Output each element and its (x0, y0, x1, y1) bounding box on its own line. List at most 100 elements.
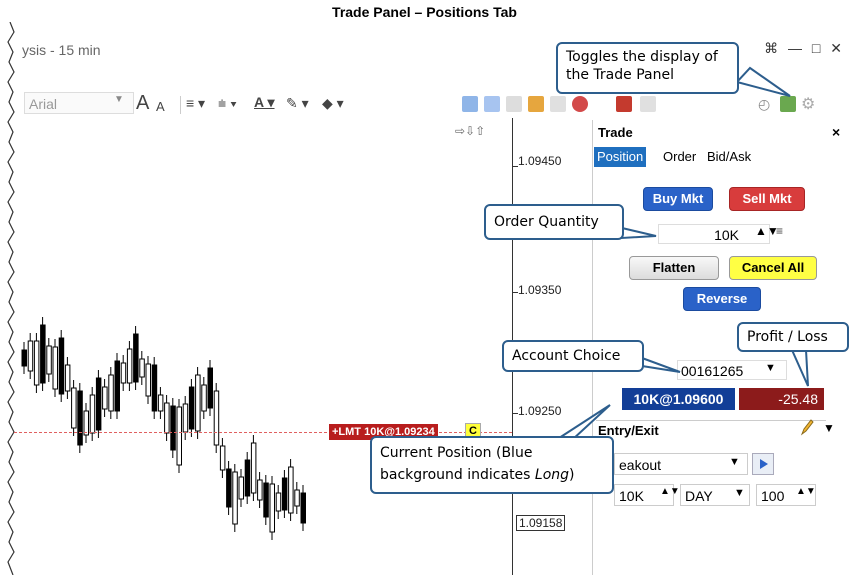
candle-body (226, 468, 232, 508)
candle-body (108, 374, 114, 412)
close-chart-icon[interactable] (616, 96, 632, 112)
candle-body (95, 377, 102, 431)
candle-body (157, 394, 164, 412)
callout-current-position-line1: Current Position (Blue (380, 445, 533, 461)
buy-market-button[interactable]: Buy Mkt (643, 187, 713, 211)
callout-toggle-trade-panel: Toggles the display of the Trade Panel (556, 42, 739, 94)
close-icon[interactable]: × (832, 124, 840, 140)
line-color-icon[interactable]: ✎ ▾ (286, 93, 309, 113)
candle-body (300, 492, 306, 524)
candle-body (188, 386, 195, 430)
alert-icon[interactable] (572, 96, 588, 112)
candle-body (257, 479, 263, 501)
price-tick: 1.09250 (518, 404, 562, 418)
candle-body (145, 363, 151, 397)
chart-nav-arrows[interactable]: ⇨⇩⇧ (455, 124, 485, 138)
line-style-icon[interactable]: ⩧ ▾ (218, 93, 237, 113)
apply-strategy-button[interactable] (752, 453, 774, 475)
candle-body (213, 390, 220, 446)
candle-body (21, 349, 27, 367)
quantity-menu-icon[interactable]: ≡ (776, 224, 783, 238)
candle-body (250, 442, 257, 494)
candle-body (120, 362, 127, 384)
callout-profit-loss: Profit / Loss (737, 322, 849, 352)
chevron-down-icon[interactable]: ▼ (114, 94, 124, 105)
candle-body (207, 367, 213, 409)
settings-gear-icon[interactable]: ⚙ (801, 94, 815, 114)
trade-panel-toggle-icon[interactable] (780, 96, 796, 112)
candle-body (244, 459, 251, 497)
figure-title: Trade Panel – Positions Tab (332, 4, 517, 20)
candle-body (33, 340, 40, 386)
price-tick: 1.09350 (518, 283, 562, 297)
callout-current-position-end: ) (569, 467, 575, 483)
font-size-down-icon[interactable]: A (156, 97, 165, 117)
candle-body (269, 483, 275, 533)
callout-current-position: Current Position (Blue background indica… (370, 436, 614, 494)
tab-bid-ask[interactable]: Bid/Ask (704, 147, 754, 167)
chevron-down-icon[interactable]: ▼ (734, 487, 745, 499)
chevron-down-icon[interactable]: ▼ (729, 456, 740, 468)
toolbar-divider (180, 96, 181, 114)
callout-order-quantity: Order Quantity (484, 204, 624, 240)
window-controls[interactable]: ⌘ — □ ✕ (764, 40, 845, 57)
candle-body (232, 471, 238, 525)
strategy-select[interactable]: eakout (614, 453, 748, 475)
chart-style-icon[interactable] (462, 96, 478, 112)
candle-body (182, 403, 189, 433)
template-icon[interactable] (550, 96, 566, 112)
candle-body (151, 364, 158, 412)
tab-order[interactable]: Order (660, 147, 699, 167)
quantity-field[interactable]: 10K (658, 224, 770, 244)
candle-body (219, 445, 226, 471)
candle-body (89, 394, 96, 434)
amount-stepper[interactable]: ▲▼ (796, 486, 816, 497)
candle-body (58, 337, 65, 395)
candle-body (275, 492, 282, 512)
fill-color-icon[interactable]: ◆ ▾ (322, 93, 344, 113)
draw-icon[interactable] (506, 96, 522, 112)
trade-tabs: Position Order Bid/Ask (594, 147, 834, 167)
chevron-down-icon[interactable]: ▼ (765, 362, 776, 374)
flatten-button[interactable]: Flatten (629, 256, 719, 280)
callout-account-choice: Account Choice (502, 340, 644, 372)
candle-body (170, 405, 176, 451)
quantity-stepper[interactable]: ▲▼ (660, 486, 680, 497)
candle-body (126, 348, 133, 384)
current-position: 10K@1.09600 (622, 388, 735, 410)
font-size-up-icon[interactable]: A (136, 93, 149, 113)
sell-market-button[interactable]: Sell Mkt (729, 187, 805, 211)
pencil-icon[interactable] (800, 418, 814, 436)
candle-body (27, 340, 34, 372)
last-price-label: 1.09158 (516, 515, 566, 531)
candle-body (114, 360, 120, 412)
text-color-icon[interactable]: A ▾ (254, 92, 275, 112)
price-tick: 1.09450 (518, 154, 562, 168)
indicator-icon[interactable] (528, 96, 544, 112)
chevron-down-icon[interactable]: ▼ (823, 421, 835, 435)
comment-icon[interactable] (484, 96, 500, 112)
tab-position[interactable]: Position (594, 147, 647, 167)
candle-body (238, 476, 244, 500)
candle-body (133, 333, 139, 383)
clock-icon[interactable]: ◴ (758, 96, 770, 113)
profit-loss-value: -25.48 (739, 388, 824, 410)
candle-body (176, 406, 182, 466)
tick-mark (512, 292, 518, 293)
tick-mark (512, 413, 518, 414)
align-icon[interactable]: ≡ ▾ (186, 93, 205, 113)
candle-body (46, 345, 52, 375)
cancel-all-button[interactable]: Cancel All (729, 256, 817, 280)
candle-body (164, 402, 170, 434)
candle-body (139, 358, 145, 378)
window-title: ysis - 15 min (22, 42, 101, 58)
candle-body (201, 384, 207, 412)
trade-panel-title: Trade (598, 125, 633, 140)
candle-body (77, 390, 83, 446)
table-icon[interactable] (640, 96, 656, 112)
reverse-button[interactable]: Reverse (683, 287, 761, 311)
callout-current-position-line2: background indicates (380, 467, 535, 483)
candle-body (195, 374, 201, 432)
candle-body (40, 324, 46, 384)
callout-current-position-emphasis: Long (534, 467, 570, 483)
